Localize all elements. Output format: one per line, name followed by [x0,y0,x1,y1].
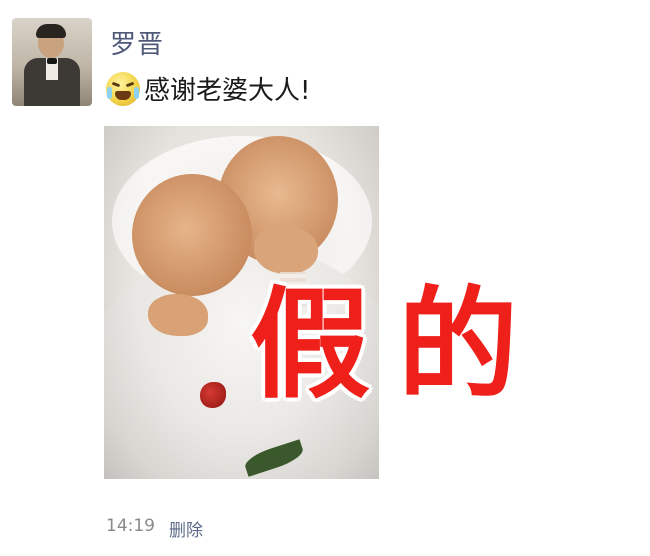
post-message: 感谢老婆大人! [106,70,310,107]
author-name[interactable]: 罗晋 [110,24,164,61]
delete-link[interactable]: 删除 [169,516,203,541]
fake-overlay-text: 假的 [250,276,546,415]
avatar-hair [36,24,66,38]
post-meta: 14:19 删除 [106,516,203,541]
author-avatar[interactable] [12,18,92,106]
post-time: 14:19 [106,516,155,536]
post-text: 感谢老婆大人! [144,76,311,106]
crying-face-icon [106,71,140,106]
avatar-bowtie [47,58,57,64]
